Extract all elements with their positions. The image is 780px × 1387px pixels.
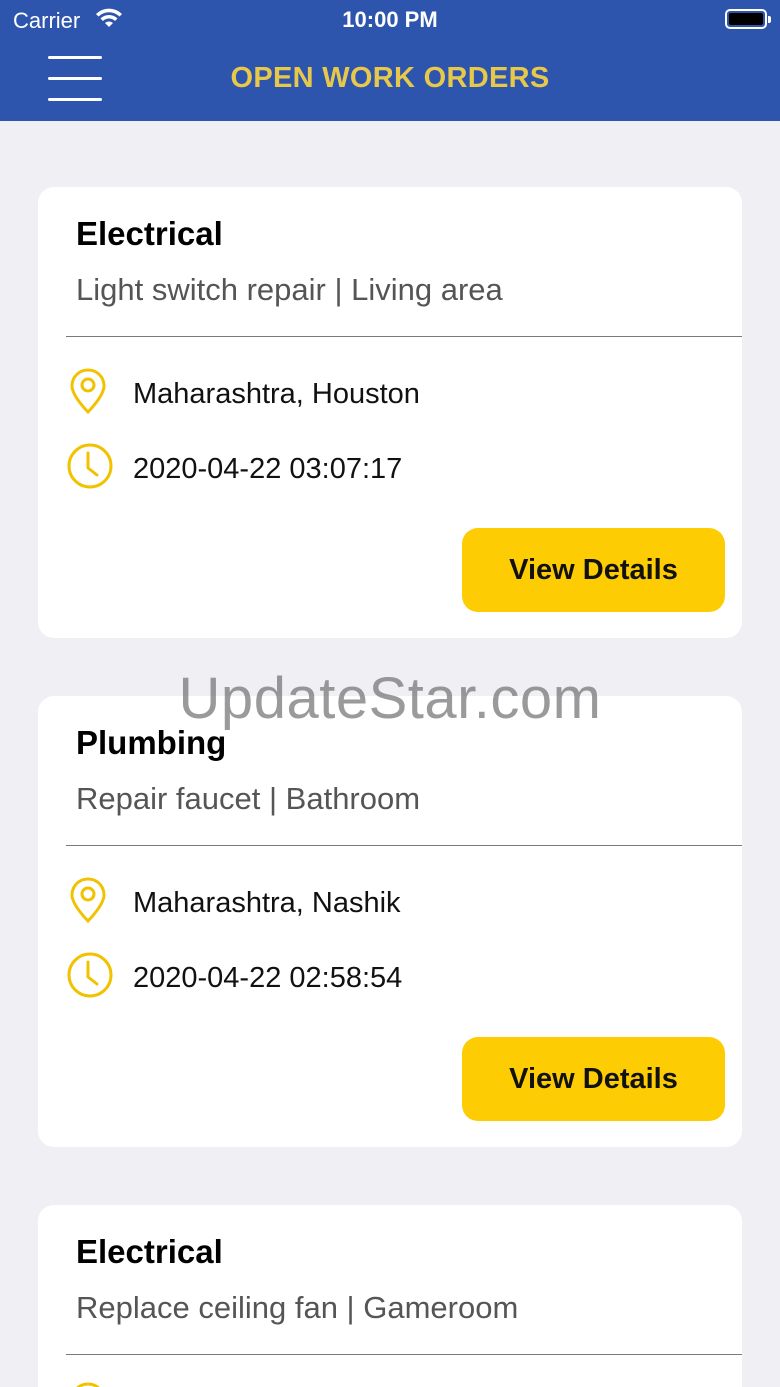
- work-order-card: Electrical Replace ceiling fan | Gameroo…: [38, 1205, 742, 1387]
- navigation-bar: Carrier 10:00 PM OPEN WORK ORDERS: [0, 0, 780, 121]
- order-category: Electrical: [76, 215, 223, 252]
- clock-icon: [67, 443, 113, 489]
- divider: [66, 336, 742, 337]
- clock-icon: [67, 952, 113, 998]
- view-details-button[interactable]: View Details: [462, 528, 725, 612]
- clock-time: 10:00 PM: [342, 7, 438, 32]
- location-pin-icon: [70, 877, 106, 924]
- order-datetime: 2020-04-22 03:07:17: [133, 453, 403, 485]
- order-description: Light switch repair | Living area: [76, 272, 503, 307]
- location-pin-icon: [76, 1382, 100, 1387]
- work-order-card: Plumbing Repair faucet | Bathroom Mahara…: [38, 696, 742, 1147]
- location-pin-icon: [70, 368, 106, 415]
- divider: [66, 1354, 742, 1355]
- order-description: Replace ceiling fan | Gameroom: [76, 1290, 519, 1325]
- battery-icon: [725, 9, 771, 29]
- order-description: Repair faucet | Bathroom: [76, 781, 421, 816]
- order-location: Maharashtra, Houston: [133, 378, 420, 410]
- page-title: OPEN WORK ORDERS: [230, 62, 550, 94]
- work-order-card: Electrical Light switch repair | Living …: [38, 187, 742, 638]
- order-category: Plumbing: [76, 724, 227, 761]
- order-datetime: 2020-04-22 02:58:54: [133, 962, 403, 994]
- order-location: Maharashtra, Nashik: [133, 887, 401, 919]
- view-details-button[interactable]: View Details: [462, 1037, 725, 1121]
- order-category: Electrical: [76, 1233, 223, 1270]
- status-bar: Carrier 10:00 PM: [0, 0, 780, 40]
- divider: [66, 845, 742, 846]
